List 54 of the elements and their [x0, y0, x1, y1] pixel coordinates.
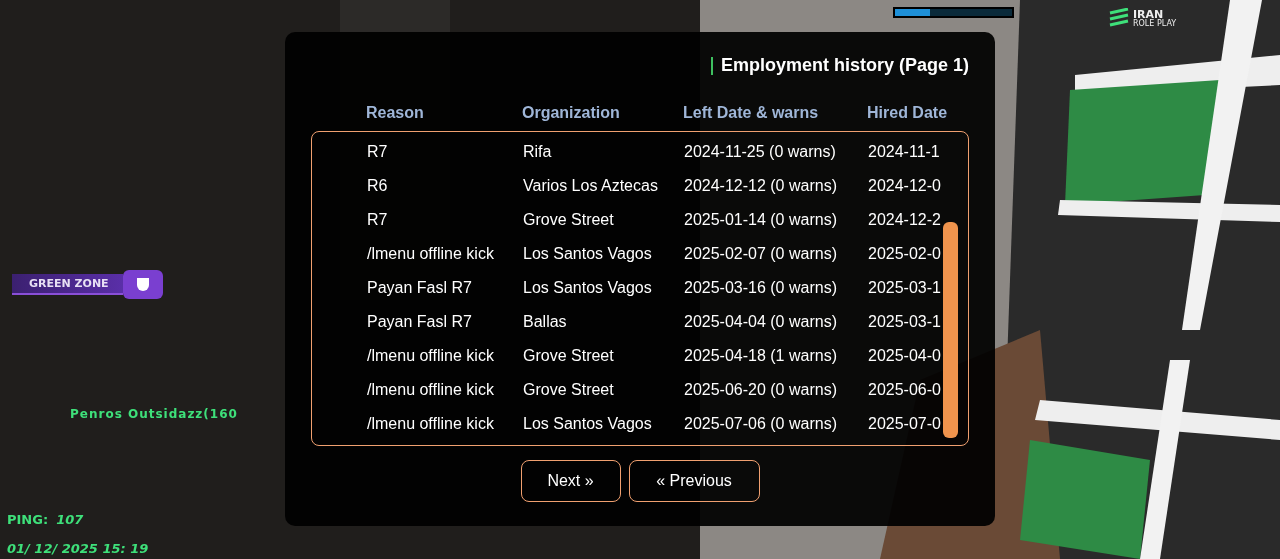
table-cell-text: 2025-01-14 (0 warns) — [684, 210, 838, 230]
column-header: Organization — [522, 103, 621, 123]
table-cell-text: 2024-11-25 (0 warns) — [684, 142, 837, 162]
table-cell-text: 2025-04-04 (0 warns) — [684, 312, 838, 332]
table-cell-text: Rifa — [523, 142, 553, 162]
table-cell-text: 2025-02-0 — [868, 244, 942, 264]
table-cell-text: 2024-12-0 — [868, 176, 942, 196]
date-time: 01/ 12/ 2025 15: 19 — [7, 540, 149, 558]
table-cell-text: 2024-12-12 (0 warns) — [684, 176, 838, 196]
table-cell-text: Los Santos Vagos — [523, 244, 653, 264]
ping-value: 107 — [56, 511, 84, 529]
next-button[interactable]: Next » — [520, 460, 621, 502]
logo-subtext: ROLE PLAY — [1133, 19, 1177, 28]
table-cell-text: 2024-11-1 — [868, 142, 941, 162]
table-cell-text: Grove Street — [523, 210, 615, 230]
column-header: Left Date & warns — [683, 103, 820, 123]
table-cell-text: R7 — [367, 210, 389, 230]
previous-button[interactable]: « Previous — [628, 460, 760, 502]
table-cell-text: 2025-02-07 (0 warns) — [684, 244, 838, 264]
shield-icon — [135, 277, 150, 292]
table-cell-text: 2025-07-0 — [868, 414, 942, 434]
table-cell-text: /lmenu offline kick — [367, 414, 495, 434]
table-cell-text: Payan Fasl R7 — [367, 278, 473, 298]
column-header: Hired Date — [867, 103, 949, 123]
table-cell-text: Payan Fasl R7 — [367, 312, 473, 332]
ping-label: PING: — [7, 511, 49, 529]
dialog-title: Employment history (Page 1) — [720, 54, 969, 77]
table-cell-text: 2025-03-1 — [868, 278, 942, 298]
table-cell-text: 2025-06-0 — [868, 380, 942, 400]
logo-text: IRAN — [1133, 8, 1164, 20]
table-cell-text: 2025-07-06 (0 warns) — [684, 414, 838, 434]
player-label: Penros Outsidazz(160 — [70, 406, 238, 423]
title-accent — [710, 56, 713, 75]
table-cell-text: Grove Street — [523, 346, 615, 366]
table-cell-text: 2025-04-0 — [868, 346, 942, 366]
table-cell-text: Ballas — [523, 312, 568, 332]
table-cell-text: R6 — [367, 176, 389, 196]
table-cell-text: 2025-06-20 (0 warns) — [684, 380, 838, 400]
table-cell-text: Los Santos Vagos — [523, 278, 653, 298]
table-cell-text: Los Santos Vagos — [523, 414, 653, 434]
scrollbar[interactable] — [943, 222, 958, 438]
stripes-icon — [1108, 8, 1130, 28]
table-cell-text: Grove Street — [523, 380, 615, 400]
zone-label: GREEN ZONE — [12, 274, 123, 295]
table-cell-text: /lmenu offline kick — [367, 346, 495, 366]
table-cell-text: 2025-03-16 (0 warns) — [684, 278, 838, 298]
column-header: Reason — [366, 103, 425, 123]
table-cell-text: 2025-03-1 — [868, 312, 942, 332]
table-cell-text: Varios Los Aztecas — [523, 176, 659, 196]
table-cell-text: R7 — [367, 142, 389, 162]
table-cell-text: /lmenu offline kick — [367, 380, 495, 400]
table-cell-text: 2024-12-2 — [868, 210, 942, 230]
table-cell-text: /lmenu offline kick — [367, 244, 495, 264]
table-cell-text: 2025-04-18 (1 warns) — [684, 346, 838, 366]
